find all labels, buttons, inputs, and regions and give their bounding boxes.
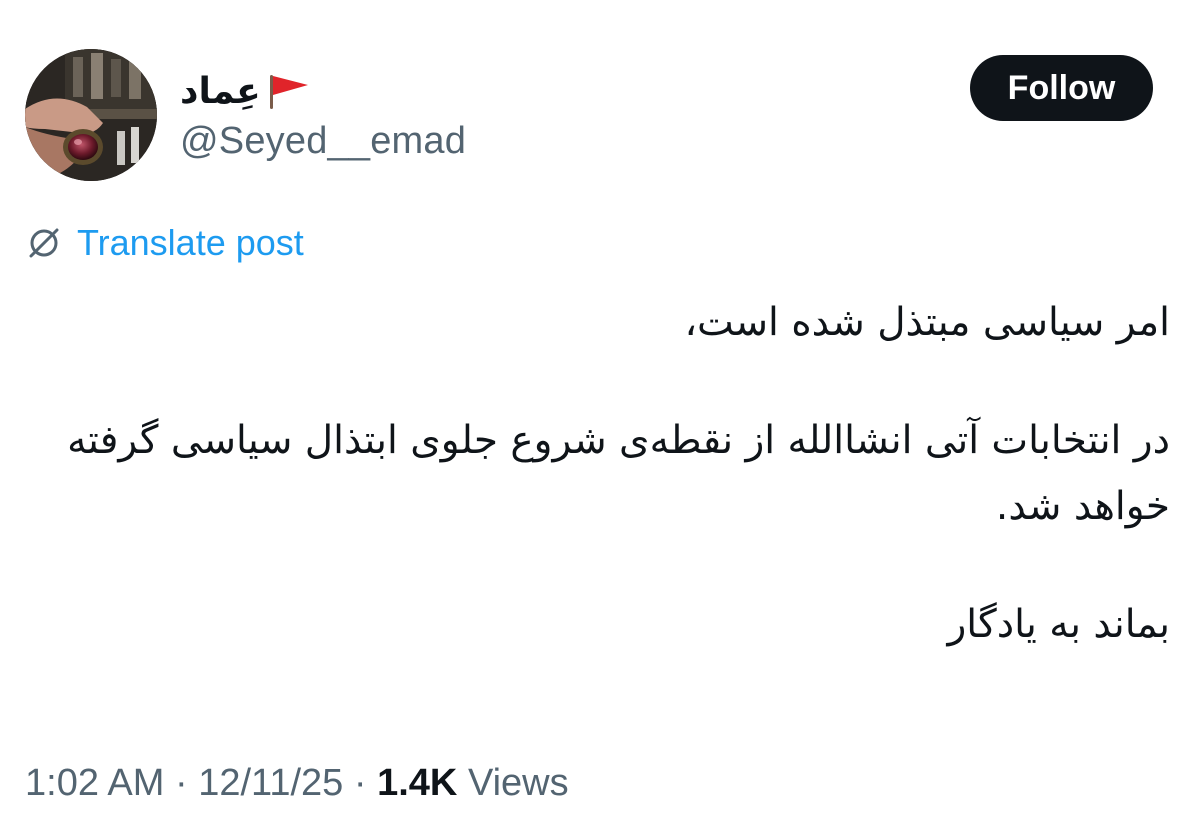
views-count[interactable]: 1.4K bbox=[377, 762, 457, 804]
author-name[interactable]: عِماد bbox=[180, 66, 311, 116]
post-paragraph: در انتخابات آتی انشاالله از نقطه‌ی شروع … bbox=[67, 418, 1170, 529]
post-date[interactable]: 12/11/25 bbox=[198, 762, 343, 804]
meta-separator: · bbox=[174, 762, 188, 804]
post-paragraph: امر سیاسی مبتذل شده است، bbox=[684, 300, 1170, 345]
avatar[interactable] bbox=[25, 49, 157, 181]
translate-globe-icon bbox=[25, 224, 63, 262]
red-flag-icon bbox=[267, 71, 311, 111]
views-label[interactable]: Views bbox=[468, 762, 569, 804]
post-metadata: 1:02 AM · 12/11/25 · 1.4K Views bbox=[25, 762, 569, 805]
translate-post-link[interactable]: Translate post bbox=[25, 220, 304, 266]
post-paragraph: بماند به یادگار bbox=[947, 602, 1170, 647]
post-text: امر سیاسی مبتذل شده است، در انتخابات آتی… bbox=[25, 290, 1170, 658]
translate-post-label[interactable]: Translate post bbox=[77, 222, 304, 264]
follow-button[interactable]: Follow bbox=[970, 55, 1153, 121]
tweet: عِماد @Seyed__emad Follow Translate post… bbox=[0, 0, 1200, 814]
meta-separator: · bbox=[353, 762, 367, 804]
author-display-name[interactable]: عِماد bbox=[180, 71, 261, 112]
author-handle[interactable]: @Seyed__emad bbox=[180, 120, 466, 163]
post-time[interactable]: 1:02 AM bbox=[25, 762, 164, 804]
